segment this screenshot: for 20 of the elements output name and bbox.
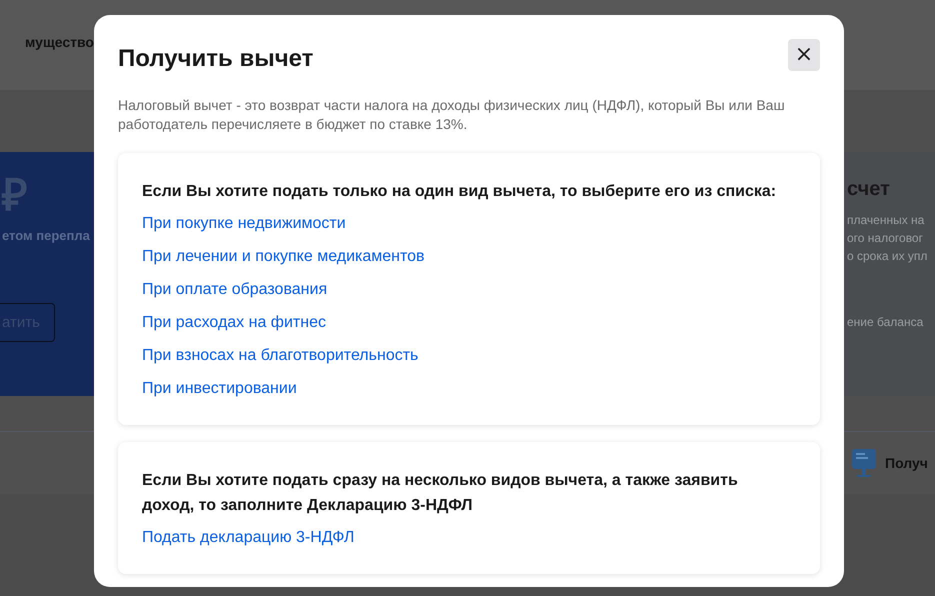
section-heading: Если Вы хотите подать сразу на несколько видов вычета, а также заявить доход, то заполните Декларацию 3-НДФЛ: [142, 471, 739, 516]
dialog-description: Налоговый вычет - это возврат части налога на доходы физических лиц (НДФЛ), который Вы или Ваш работодатель перечисляете в бюджет по ставке 13%.: [118, 96, 786, 134]
deduction-link[interactable]: Подать декларацию 3-НДФЛ: [142, 528, 354, 548]
deduction-link[interactable]: При лечении и покупке медикаментов: [142, 247, 425, 267]
card-text-line: плаченных на: [847, 212, 926, 229]
card-footer-text: ение баланса: [847, 315, 924, 329]
section-heading: Если Вы хотите подать только на один вид вычета, то выберите его из списка:: [142, 182, 778, 202]
card-text-line: о срока их упл: [847, 248, 928, 265]
deduction-link[interactable]: При покупке недвижимости: [142, 214, 346, 234]
banner-subtitle: етом перепла: [2, 228, 90, 243]
dialog-title: Получить вычет: [118, 45, 314, 73]
deduction-link[interactable]: При оплате образования: [142, 280, 328, 300]
monitor-icon: [851, 447, 877, 479]
deduction-link[interactable]: При инвестировании: [142, 379, 297, 399]
deduction-link[interactable]: При расходах на фитнес: [142, 313, 326, 333]
close-button[interactable]: ×: [788, 39, 820, 71]
feature-label: Получ: [885, 455, 929, 471]
deduction-link[interactable]: При взносах на благотворительность: [142, 346, 418, 366]
ruble-symbol: ₽: [2, 174, 28, 218]
card-text-line: ого налоговог: [847, 230, 924, 247]
